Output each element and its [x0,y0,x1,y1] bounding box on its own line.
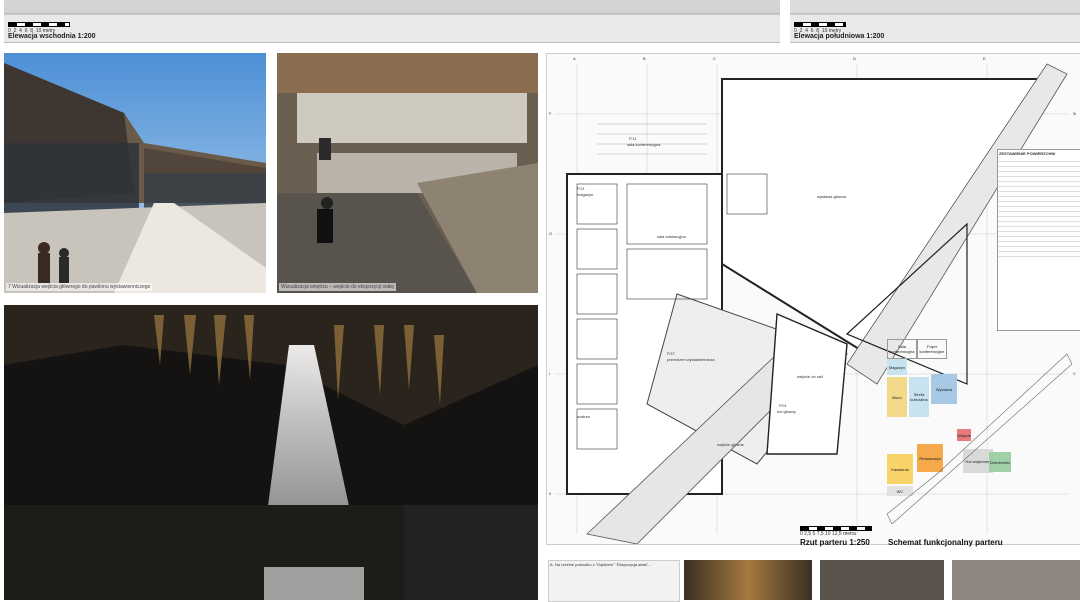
grid-letter-b: B [643,56,646,61]
area-legend-title: ZESTAWIENIE POWIERZCHNI [999,151,1056,156]
grid-letter-e: E [983,56,986,61]
plan-room-exhibition-id: P.37 [667,351,675,356]
south-scale-bar [794,22,846,27]
grid-letter-c: C [713,56,716,61]
south-elevation: 0 2 4 6 8 10 metry Elewacja południowa 1… [790,0,1080,43]
functional-scheme: Sala konferencyjna Foyer konferencyjne M… [877,334,1072,524]
thumbnail-wall [820,560,944,600]
plan-room-entrance: wejście główne [717,442,744,447]
ground-floor-plan: hol główny P.01 sala konferencyjna P.11 … [546,53,1080,545]
east-elevation-caption: Elewacja wschodnia 1:200 [8,33,96,40]
functional-scheme-title: Schemat funkcjonalny parteru [888,538,1003,547]
thumb-bar: A. Na rzeźbie pośrodku z "Dąbkiem" "Eksp… [548,560,1080,602]
plan-room-hall-entry: wejście do sali [797,374,823,379]
ramp-visualization-caption: Wizualizacja wnętrza – wejście do ekspoz… [279,283,397,291]
plan-room-education: sala edukacyjna [657,234,686,239]
grid-letter-f: F [549,111,552,116]
east-scale-bar [8,22,70,27]
entrance-visualization: 7 Wizualizacja wejścia głównego do pawil… [4,53,266,293]
east-elevation: 0 2 4 6 8 10 metry Elewacja wschodnia 1:… [4,0,780,43]
ramp-visualization: Wizualizacja wnętrza – wejście do ekspoz… [277,53,538,293]
plan-scale-ticks: 0 2,5 5 7,5 10 12,5 metra [800,531,856,537]
plan-room-storage-id: P.21 [577,186,585,191]
grid-number-ii: II [549,491,552,496]
grid-letter-a: A [573,56,576,61]
legend-row [998,252,1080,257]
east-elevation-drawing [4,0,780,15]
plan-room-storage: magazyn [577,192,594,197]
ramp-visualization-image [277,53,538,293]
exhibition-visualization-image [4,305,538,600]
south-elevation-caption: Elewacja południowa 1:200 [794,33,885,40]
plan-room-main-hall-id: P.01 [779,403,787,408]
grid-number-iii: III [1073,111,1077,116]
thumbnail-lamps [684,560,812,600]
plan-room-conference-id: P.11 [629,136,637,141]
area-legend-table: ZESTAWIENIE POWIERZCHNI [997,149,1080,331]
exhibition-visualization [4,305,538,600]
south-elevation-drawing [790,0,1080,15]
thumbnail-sketch: A. Na rzeźbie pośrodku z "Dąbkiem" "Eksp… [548,560,680,602]
grid-letter-d: D [853,56,856,61]
entrance-visualization-image [4,53,266,293]
plan-room-wardrobe: szatnia [577,414,590,419]
grid-letter-g: G [549,231,553,236]
entrance-visualization-caption: 7 Wizualizacja wejścia głównego do pawil… [6,283,153,291]
plan-room-main-exhibit: wystawa główna [817,194,847,199]
grid-number-i: I [549,371,551,376]
plan-title: Rzut parteru 1:250 [800,538,870,547]
plan-room-exhibition: przestrzeń wystawiennicza [667,357,715,362]
plan-room-conference: sala konferencyjna [627,142,661,147]
thumbnail-relief [952,560,1080,600]
thumbnail-sketch-caption: A. Na rzeźbie pośrodku z "Dąbkiem" "Eksp… [550,562,652,567]
plan-room-main-hall: hol główny [777,409,796,414]
grid-number-v: V [1073,371,1076,376]
functional-scheme-outline [886,353,1072,524]
